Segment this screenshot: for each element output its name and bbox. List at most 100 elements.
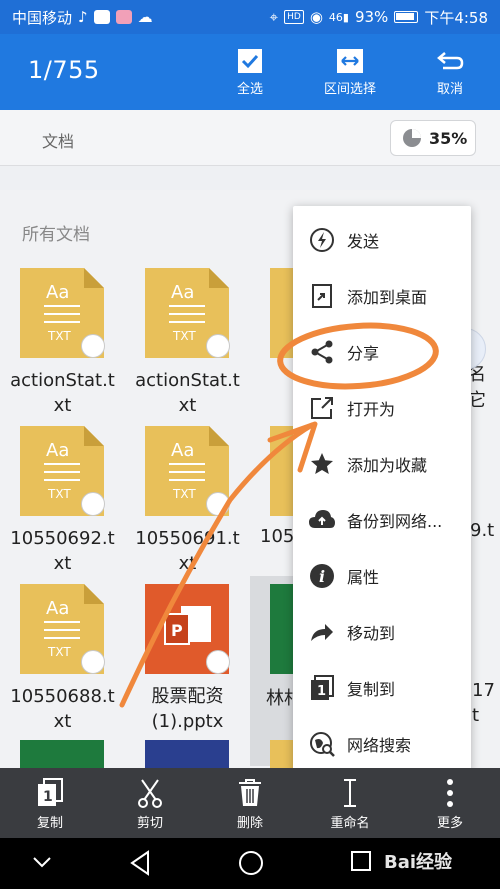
menu-item-copy-to[interactable]: 1 复制到: [293, 660, 471, 716]
menu-item-add-to-desktop[interactable]: 添加到桌面: [293, 268, 471, 324]
menu-item-label: 打开为: [347, 400, 396, 419]
select-checkbox[interactable]: [206, 334, 230, 358]
select-checkbox[interactable]: [206, 650, 230, 674]
range-select-label: 区间选择: [323, 82, 376, 97]
select-checkbox[interactable]: [81, 334, 105, 358]
icon-aa-text: Aa: [46, 598, 69, 619]
menu-item-label: 属性: [347, 568, 380, 587]
share-icon: [307, 337, 337, 367]
menu-item-move-to[interactable]: 移动到: [293, 604, 471, 660]
open-as-icon: [307, 393, 337, 423]
file-tile[interactable]: Aa TXT 10550692.t xt: [0, 426, 125, 586]
menu-item-label: 添加为收藏: [347, 456, 428, 475]
cut-button[interactable]: 剪切: [110, 774, 190, 831]
file-name: 10550692.t xt: [0, 526, 125, 576]
move-icon: [307, 617, 337, 647]
file-tile[interactable]: Aa TXT 10550688.t xt: [0, 584, 125, 744]
icon-txt-text: TXT: [47, 645, 71, 659]
rename-button[interactable]: 重命名: [310, 774, 390, 831]
icon-txt-text: TXT: [172, 487, 196, 501]
context-menu: 发送 添加到桌面 分享 打开为 添加为收藏 备份到网络... i 属性 移动到 …: [293, 206, 471, 772]
menu-item-label: 移动到: [347, 624, 396, 643]
more-button[interactable]: 更多: [410, 774, 490, 831]
app-notification-icon-2: [115, 10, 132, 24]
menu-item-share[interactable]: 分享: [293, 324, 471, 380]
menu-item-label: 发送: [347, 232, 380, 251]
icon-aa-text: Aa: [171, 282, 194, 303]
file-name: actionStat.t xt: [125, 368, 250, 418]
recents-icon[interactable]: [350, 850, 372, 872]
svg-text:P: P: [171, 621, 183, 640]
menu-item-open-as[interactable]: 打开为: [293, 380, 471, 436]
file-tile[interactable]: P 股票配资 (1).pptx: [125, 584, 250, 744]
range-select-icon: [310, 44, 390, 78]
app-notification-icon-3: ☁: [137, 8, 153, 26]
partial-label-right-3: 17 t: [472, 678, 495, 728]
range-select-button[interactable]: 区间选择: [310, 44, 390, 97]
copy-to-icon: 1: [307, 673, 337, 703]
partial-file-name: 105: [260, 526, 295, 547]
checkbox-icon: [210, 44, 290, 78]
menu-item-label: 网络搜索: [347, 736, 412, 755]
icon-aa-text: Aa: [171, 440, 194, 461]
battery-icon: [394, 11, 419, 23]
storage-usage-button[interactable]: 35%: [390, 120, 476, 156]
select-checkbox[interactable]: [81, 650, 105, 674]
send-icon: [307, 225, 337, 255]
collapse-icon[interactable]: [30, 850, 54, 874]
rename-label: 重命名: [330, 816, 370, 831]
file-tile[interactable]: Aa TXT actionStat.t xt: [0, 268, 125, 428]
select-checkbox[interactable]: [81, 492, 105, 516]
app-notification-icon: [93, 10, 110, 24]
partial-label-right-3a: 17: [472, 680, 495, 701]
select-checkbox[interactable]: [206, 492, 230, 516]
file-name-line1: 10550691.t: [135, 528, 240, 549]
file-name-line2: xt: [53, 553, 72, 574]
menu-item-send[interactable]: 发送: [293, 212, 471, 268]
more-vertical-icon: [410, 774, 490, 812]
file-tile[interactable]: Aa TXT actionStat.t xt: [125, 268, 250, 428]
scissors-icon: [110, 774, 190, 812]
svg-text:i: i: [319, 567, 325, 586]
svg-text:1: 1: [317, 684, 326, 699]
delete-button[interactable]: 删除: [210, 774, 290, 831]
web-search-icon: [307, 729, 337, 759]
menu-item-label: 备份到网络...: [347, 512, 443, 531]
file-name-line1: actionStat.t: [10, 370, 115, 391]
menu-item-favorite[interactable]: 添加为收藏: [293, 436, 471, 492]
hd-audio-icon: ♪: [78, 8, 88, 26]
selection-toolbar: 1/755 全选 区间选择 取消: [0, 34, 500, 110]
home-icon[interactable]: [238, 850, 264, 876]
selection-count: 1/755: [28, 56, 100, 84]
file-name: 10550691.t xt: [125, 526, 250, 576]
xlsx-file-icon-partial: [20, 740, 104, 768]
file-tile[interactable]: Aa TXT 10550691.t xt: [125, 426, 250, 586]
clock: 下午4:58: [424, 8, 488, 27]
icon-txt-text: TXT: [172, 329, 196, 343]
hd-icon: HD: [284, 10, 304, 24]
svg-text:1: 1: [43, 789, 53, 805]
add-to-desktop-icon: [307, 281, 337, 311]
back-icon[interactable]: [128, 850, 152, 876]
icon-aa-text: Aa: [46, 440, 69, 461]
file-name-line2: xt: [53, 395, 72, 416]
menu-item-backup[interactable]: 备份到网络...: [293, 492, 471, 548]
cut-label: 剪切: [136, 816, 163, 831]
menu-item-properties[interactable]: i 属性: [293, 548, 471, 604]
select-all-button[interactable]: 全选: [210, 44, 290, 97]
bottom-action-bar: 1 复制 剪切 删除 重命名 更多: [0, 768, 500, 838]
storage-header: 文档 35%: [0, 110, 500, 166]
cancel-button[interactable]: 取消: [410, 44, 490, 97]
file-name-line1: 股票配资: [151, 686, 224, 707]
copy-icon: 1: [10, 774, 90, 812]
select-all-label: 全选: [236, 82, 263, 97]
section-title: 所有文档: [22, 225, 90, 245]
icon-txt-text: TXT: [47, 329, 71, 343]
menu-item-web-search[interactable]: 网络搜索: [293, 716, 471, 772]
location-icon: ⌖: [269, 8, 279, 26]
trash-icon: [210, 774, 290, 812]
file-name-line1: 10550692.t: [10, 528, 115, 549]
signal-icon: 46▮: [328, 10, 349, 24]
copy-button[interactable]: 1 复制: [10, 774, 90, 831]
text-cursor-icon: [310, 774, 390, 812]
